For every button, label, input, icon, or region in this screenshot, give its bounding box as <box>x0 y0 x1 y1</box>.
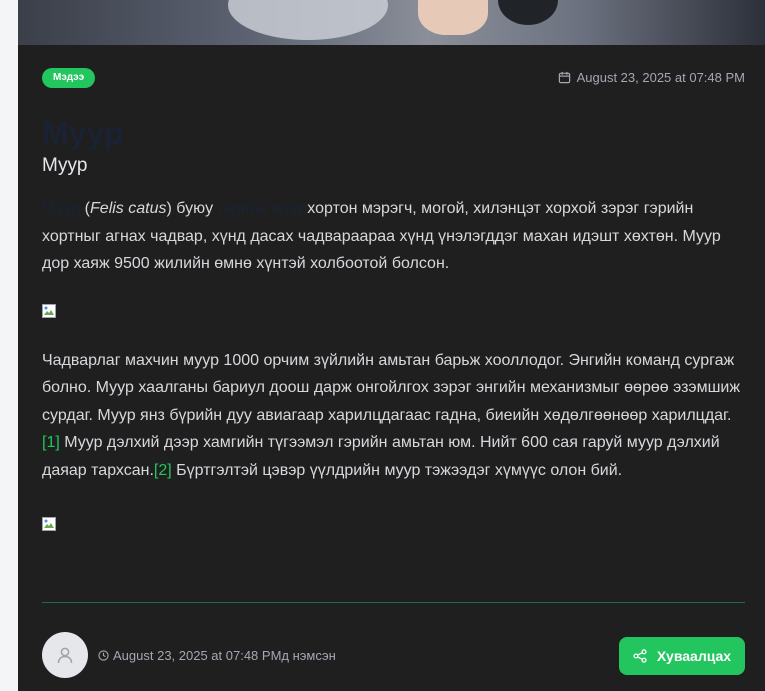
avatar[interactable] <box>42 632 88 678</box>
latin-name: Felis catus <box>90 200 167 217</box>
footer-divider <box>42 602 745 603</box>
share-button-label: Хуваалцах <box>656 648 732 664</box>
added-date-text: August 23, 2025 at 07:48 PMд нэмсэн <box>113 648 336 663</box>
publish-date: August 23, 2025 at 07:48 PM <box>558 70 745 85</box>
page-title: Муур <box>42 115 124 151</box>
hero-image <box>18 0 765 45</box>
left-gutter <box>0 0 19 691</box>
article-page: Мэдээ August 23, 2025 at 07:48 PM Муур М… <box>18 0 765 691</box>
user-icon <box>57 647 73 664</box>
publish-date-text: August 23, 2025 at 07:48 PM <box>576 70 745 85</box>
reference-link-1[interactable]: [1] <box>42 434 60 451</box>
text-fragment: ) буюу <box>166 200 218 217</box>
broken-image-icon <box>42 303 56 318</box>
hero-shape <box>228 0 388 40</box>
broken-image-icon <box>42 517 56 531</box>
text-fragment: ( <box>80 200 91 217</box>
article-footer: August 23, 2025 at 07:48 PMд нэмсэн Хува… <box>42 632 745 678</box>
clock-icon <box>98 650 109 661</box>
paragraph-details: Чадварлаг махчин муур 1000 орчим зүйлийн… <box>42 347 747 485</box>
hero-shape <box>418 0 488 35</box>
article-body: Муур (Felis catus) буюу гэрийн муурхорто… <box>42 195 747 531</box>
text-fragment: Бүртгэлтэй цэвэр үүлдрийн муур тэжээдэг … <box>171 461 623 479</box>
share-button[interactable]: Хуваалцах <box>619 637 745 675</box>
domestic-cat-link[interactable]: гэрийн муур <box>218 200 308 217</box>
page-subtitle: Муур <box>42 155 88 176</box>
category-badge[interactable]: Мэдээ <box>42 68 96 88</box>
text-fragment: Чадварлаг махчин муур 1000 орчим зүйлийн… <box>42 351 741 424</box>
cat-link[interactable]: Муур <box>42 200 80 217</box>
reference-link-2[interactable]: [2] <box>154 462 172 479</box>
calendar-icon <box>558 71 570 84</box>
hero-shape <box>498 0 558 25</box>
share-icon <box>633 649 647 663</box>
added-date: August 23, 2025 at 07:48 PMд нэмсэн <box>98 648 336 663</box>
paragraph-intro: Муур (Felis catus) буюу гэрийн муурхорто… <box>42 195 747 278</box>
